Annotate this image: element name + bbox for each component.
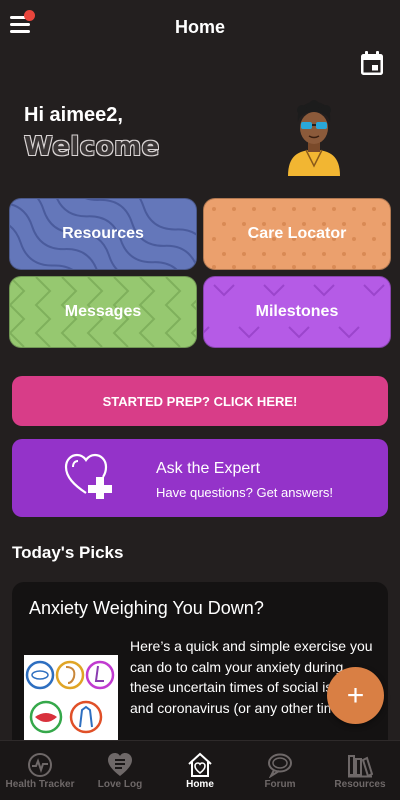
page-title: Home (174, 17, 225, 37)
welcome-text: Welcome (24, 132, 160, 162)
ask-the-expert-subtitle: Have questions? Get answers! (156, 485, 334, 500)
plus-icon: + (346, 678, 365, 712)
greeting-text: Hi aimee2, (24, 104, 123, 126)
messages-tile[interactable]: Messages (9, 276, 197, 348)
senses-illustration (24, 655, 118, 741)
home-icon (188, 752, 212, 777)
started-prep-button[interactable]: STARTED PREP? CLICK HERE! (12, 376, 388, 426)
love-log-icon (108, 753, 132, 776)
tab-health-tracker-label: Health Tracker (5, 779, 75, 790)
health-tracker-icon (28, 753, 52, 777)
resources-tile-label: Resources (62, 225, 144, 242)
tab-resources[interactable]: Resources (320, 741, 400, 800)
pick-article-card[interactable]: Anxiety Weighing You Down? Here’s a quic… (12, 582, 388, 752)
forum-icon (268, 753, 292, 778)
ask-the-expert-title: Ask the Expert (156, 460, 261, 477)
calendar-icon[interactable] (360, 51, 384, 76)
tab-forum[interactable]: Forum (240, 741, 320, 800)
ask-the-expert-card[interactable]: Ask the Expert Have questions? Get answe… (12, 439, 388, 517)
care-locator-tile[interactable]: Care Locator (203, 198, 391, 270)
care-locator-tile-label: Care Locator (247, 225, 347, 242)
pick-article-title: Anxiety Weighing You Down? (29, 598, 264, 618)
tab-forum-label: Forum (264, 779, 296, 790)
messages-tile-label: Messages (64, 303, 142, 320)
milestones-tile[interactable]: Milestones (203, 276, 391, 348)
tab-love-log[interactable]: Love Log (80, 741, 160, 800)
avatar[interactable] (284, 100, 344, 176)
heart-plus-icon (64, 453, 112, 499)
tab-health-tracker[interactable]: Health Tracker (0, 741, 80, 800)
tab-home[interactable]: Home (160, 741, 240, 800)
todays-picks-heading: Today's Picks (12, 543, 124, 562)
resources-books-icon (348, 755, 373, 778)
bottom-tab-bar: Health Tracker Love Log Home Forum Resou… (0, 740, 400, 800)
tab-resources-label: Resources (334, 779, 386, 790)
add-fab-button[interactable]: + (327, 667, 384, 724)
started-prep-label: STARTED PREP? CLICK HERE! (102, 393, 298, 409)
resources-tile[interactable]: Resources (9, 198, 197, 270)
tab-home-label: Home (186, 779, 214, 790)
tab-love-log-label: Love Log (97, 779, 143, 790)
app-header: Home (0, 0, 400, 56)
milestones-tile-label: Milestones (255, 303, 339, 320)
